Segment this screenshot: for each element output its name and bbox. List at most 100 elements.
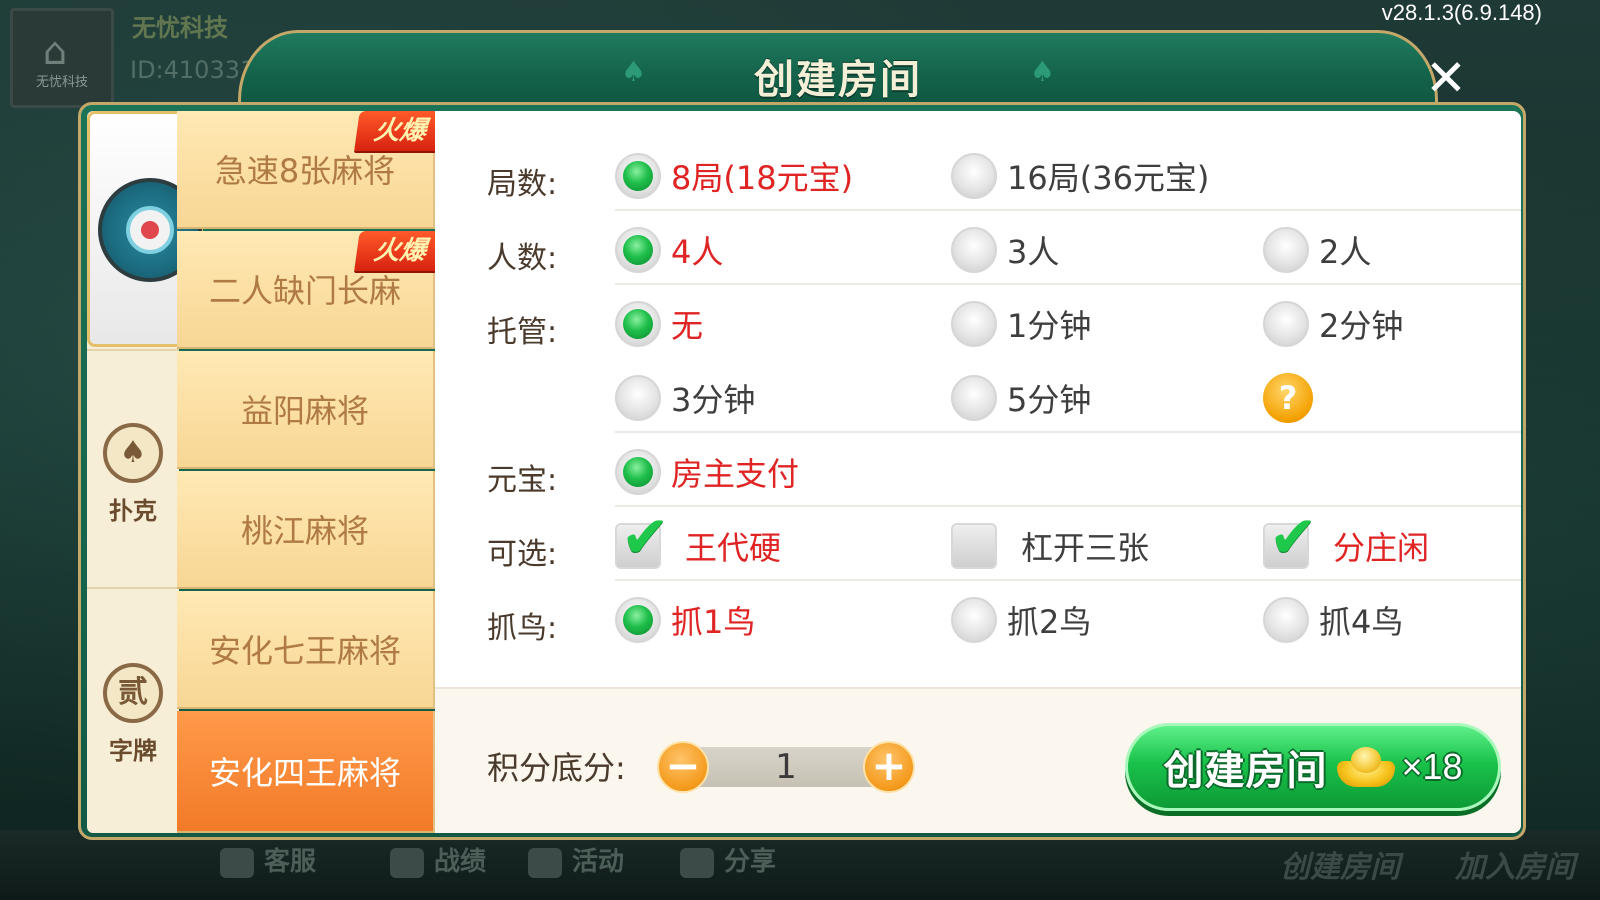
radio-icon [1263, 597, 1309, 643]
dialog-title: 创建房间 [754, 57, 922, 103]
radio-icon [1263, 227, 1309, 273]
option-gangkai[interactable]: 杠开三张 [951, 521, 1149, 571]
category-zipai[interactable]: 贰 字牌 [87, 587, 179, 823]
option-wangdaiying[interactable]: 王代硬 [615, 503, 781, 571]
radio-icon [615, 153, 661, 199]
option-label: 抓2鸟 [1007, 603, 1092, 641]
zipai-icon: 贰 [103, 663, 163, 723]
category-poker[interactable]: ♠ 扑克 [87, 349, 179, 585]
hot-badge: 火爆 [354, 231, 446, 271]
option-label: 杠开三张 [1021, 529, 1150, 567]
row-label: 抓鸟: [487, 611, 558, 646]
option-label: 无 [671, 307, 704, 345]
row-label: 元宝: [487, 463, 558, 498]
option-rounds-16[interactable]: 16局(36元宝) [951, 151, 1209, 201]
radio-icon [1263, 301, 1309, 347]
bottom-nav: 客服 战绩 活动 分享 创建房间 加入房间 [0, 830, 1600, 900]
option-label: 3人 [1007, 233, 1060, 271]
radio-icon [615, 449, 661, 495]
option-label: 4人 [671, 233, 724, 271]
row-ingot: 元宝: 房主支付 [435, 433, 1521, 507]
radio-icon [951, 227, 997, 273]
game-item-anhua7[interactable]: 安化七王麻将 [177, 591, 435, 709]
option-ingot-owner[interactable]: 房主支付 [615, 447, 799, 497]
option-players-2[interactable]: 2人 [1263, 225, 1371, 275]
row-auto: 托管: 无 1分钟 2分钟 3分钟 5分钟 ? [435, 285, 1521, 433]
option-birds-1[interactable]: 抓1鸟 [615, 595, 755, 645]
game-list: 急速8张麻将 火爆 二人缺门长麻 火爆 益阳麻将 桃江麻将 安化七王麻将 安化四… [177, 111, 446, 833]
increase-button[interactable]: + [863, 741, 915, 793]
game-item-jisu8[interactable]: 急速8张麻将 火爆 [177, 111, 446, 229]
option-label: 16局(36元宝) [1007, 159, 1210, 197]
option-label: 8局(18元宝) [671, 159, 854, 197]
option-fenzhuangxian[interactable]: 分庄闲 [1263, 503, 1430, 571]
radio-icon [615, 375, 661, 421]
option-rounds-8[interactable]: 8局(18元宝) [615, 151, 853, 201]
spade-icon: ♠ [103, 423, 163, 483]
create-room-dialog: ♠ 创建房间 ♠ ✕ ♠ 扑克 贰 字牌 急速8张麻将 火爆 二人缺门长麻 火爆… [78, 30, 1526, 840]
decrease-button[interactable]: − [657, 741, 709, 793]
option-players-4[interactable]: 4人 [615, 225, 723, 275]
game-item-label: 安化七王麻将 [208, 632, 401, 670]
share-icon [680, 847, 714, 878]
option-auto-2min[interactable]: 2分钟 [1263, 299, 1403, 349]
option-label: 分庄闲 [1333, 529, 1430, 567]
nav-events-label: 活动 [572, 847, 625, 877]
row-label: 局数: [487, 167, 558, 202]
option-auto-1min[interactable]: 1分钟 [951, 299, 1091, 349]
version-label: v28.1.3(6.9.148) [1381, 0, 1542, 25]
row-birds: 抓鸟: 抓1鸟 抓2鸟 抓4鸟 [435, 581, 1521, 655]
nav-service-label: 客服 [264, 847, 317, 877]
dialog-footer: 积分底分: 1 − + 创建房间 ×18 [435, 687, 1521, 833]
option-auto-none[interactable]: 无 [615, 299, 703, 349]
option-auto-3min[interactable]: 3分钟 [615, 373, 755, 423]
row-label: 人数: [487, 241, 558, 276]
radio-icon [951, 153, 997, 199]
row-players: 人数: 4人 3人 2人 [435, 211, 1521, 285]
option-label: 房主支付 [671, 455, 800, 493]
option-auto-5min[interactable]: 5分钟 [951, 373, 1091, 423]
nav-records-label: 战绩 [434, 847, 487, 877]
checkbox-icon [1263, 503, 1318, 571]
nav-create-room: 创建房间 [1280, 850, 1400, 885]
create-room-cost: ×18 [1401, 746, 1463, 787]
nav-share-label: 分享 [724, 847, 777, 877]
game-item-label: 益阳麻将 [240, 392, 369, 430]
option-label: 1分钟 [1007, 307, 1092, 345]
game-item-anhua4[interactable]: 安化四王麻将 [177, 711, 435, 833]
radio-icon [951, 375, 997, 421]
spade-decoration-icon: ♠ [1029, 55, 1055, 88]
option-players-3[interactable]: 3人 [951, 225, 1059, 275]
category-zipai-label: 字牌 [109, 737, 157, 765]
question-icon: ? [1263, 373, 1313, 423]
game-item-erren[interactable]: 二人缺门长麻 火爆 [177, 231, 446, 349]
checkbox-icon [615, 503, 670, 571]
category-poker-label: 扑克 [109, 497, 157, 525]
score-label: 积分底分: [487, 749, 626, 787]
ingot-icon [1337, 747, 1396, 787]
option-label: 抓4鸟 [1319, 603, 1404, 641]
game-item-yiyang[interactable]: 益阳麻将 [177, 351, 435, 469]
checkbox-icon [951, 523, 997, 569]
row-label: 可选: [487, 537, 558, 572]
close-button[interactable]: ✕ [1418, 50, 1474, 106]
game-item-label: 急速8张麻将 [214, 152, 396, 190]
options-panel: 局数: 8局(18元宝) 16局(36元宝) 人数: 4人 3人 2人 托管: … [435, 111, 1521, 833]
hot-badge: 火爆 [354, 111, 446, 151]
option-birds-2[interactable]: 抓2鸟 [951, 595, 1091, 645]
option-birds-4[interactable]: 抓4鸟 [1263, 595, 1403, 645]
dialog-title-bar: ♠ 创建房间 ♠ [238, 30, 1438, 110]
game-item-label: 安化四王麻将 [208, 754, 401, 792]
create-room-label: 创建房间 [1163, 748, 1328, 794]
create-room-button[interactable]: 创建房间 ×18 [1125, 723, 1501, 811]
game-item-taojiang[interactable]: 桃江麻将 [177, 471, 435, 589]
row-label: 托管: [487, 315, 558, 350]
option-label: 抓1鸟 [671, 603, 756, 641]
service-icon [220, 847, 254, 878]
row-optional: 可选: 王代硬 杠开三张 分庄闲 [435, 503, 1521, 581]
help-button[interactable]: ? [1263, 373, 1313, 423]
nav-records: 战绩 [390, 841, 486, 878]
radio-icon [615, 301, 661, 347]
game-item-label: 桃江麻将 [240, 512, 369, 550]
game-item-label: 二人缺门长麻 [208, 272, 401, 310]
